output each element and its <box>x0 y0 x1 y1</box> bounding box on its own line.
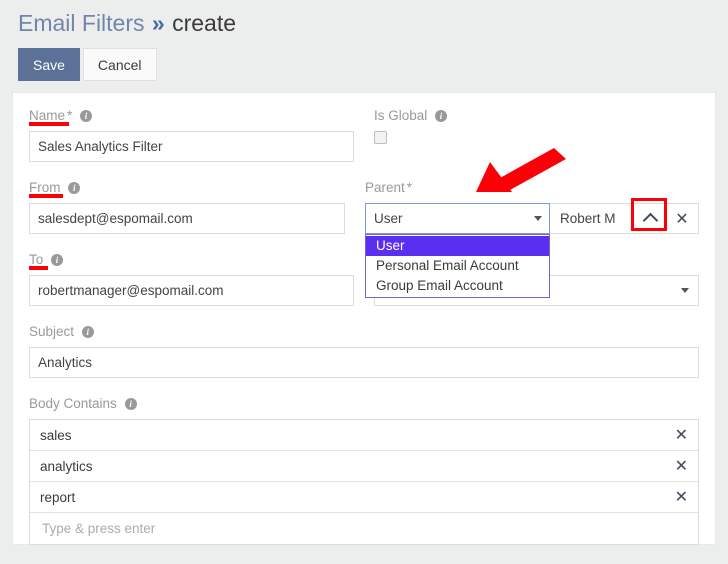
from-input[interactable] <box>29 203 345 234</box>
list-item[interactable]: sales ✕ <box>30 420 698 451</box>
parent-type-option-user[interactable]: User <box>366 236 549 256</box>
field-cell-to: To i <box>29 251 364 306</box>
spellcheck-underline-from <box>29 194 63 198</box>
field-label-parent-text: Parent <box>365 180 405 195</box>
info-icon-body-contains[interactable]: i <box>124 398 137 410</box>
action-button-row: Save Cancel <box>0 38 728 81</box>
spacer-row-4 <box>29 378 699 395</box>
parent-collapse-button[interactable] <box>634 204 666 233</box>
name-input[interactable] <box>29 131 354 162</box>
close-x-icon: ✕ <box>675 208 689 228</box>
parent-record-field-wrap: ✕ <box>550 203 699 234</box>
required-asterisk-parent: * <box>406 180 413 195</box>
label-block-name: Name * i <box>29 107 354 126</box>
parent-field-row: User User Personal Email Account Group E… <box>365 203 699 298</box>
chevron-down-icon-obscured <box>681 288 689 293</box>
to-input[interactable] <box>29 275 354 306</box>
form-row-to: To i <box>29 251 699 306</box>
list-item[interactable]: report ✕ <box>30 482 698 513</box>
label-block-parent: Parent * <box>365 179 699 198</box>
info-icon-from[interactable]: i <box>68 182 81 194</box>
subject-input[interactable] <box>29 347 699 378</box>
label-block-is-global: Is Global i <box>374 107 699 126</box>
page-header: Email Filters » create <box>0 0 728 38</box>
parent-type-select[interactable]: User <box>365 203 550 234</box>
parent-record-input[interactable] <box>550 204 634 233</box>
field-cell-is-global: Is Global i <box>364 107 699 162</box>
spacer-row-3 <box>29 306 699 323</box>
label-block-from: From i <box>29 179 345 198</box>
field-label-parent: Parent * <box>365 179 412 196</box>
form-row-subject: Subject i <box>29 323 699 378</box>
info-icon-to[interactable]: i <box>51 254 64 266</box>
parent-type-selected-value: User <box>374 211 403 226</box>
label-block-subject: Subject i <box>29 323 699 342</box>
parent-type-option-group-email-account[interactable]: Group Email Account <box>366 276 549 296</box>
field-label-body-contains-text: Body Contains <box>29 396 117 411</box>
breadcrumb-separator: » <box>151 10 165 36</box>
spellcheck-underline-name <box>29 122 69 126</box>
field-cell-subject: Subject i <box>29 323 699 378</box>
parent-type-select-wrap: User User Personal Email Account Group E… <box>365 203 550 298</box>
spellcheck-underline-to <box>29 266 48 270</box>
info-icon-is-global[interactable]: i <box>435 110 448 122</box>
spacer-row-2 <box>29 234 699 251</box>
parent-type-option-personal-email-account[interactable]: Personal Email Account <box>366 256 549 276</box>
close-x-icon: ✕ <box>674 487 688 506</box>
field-cell-body-contains: Body Contains i sales ✕ analytics ✕ repo… <box>29 395 699 545</box>
breadcrumb-link-email-filters[interactable]: Email Filters <box>18 10 145 36</box>
info-icon-subject[interactable]: i <box>81 326 94 338</box>
field-label-to-text: To <box>29 252 44 267</box>
list-item-label: sales <box>40 427 72 443</box>
cancel-button[interactable]: Cancel <box>82 48 157 81</box>
parent-type-dropdown-list: User Personal Email Account Group Email … <box>365 234 550 298</box>
save-button[interactable]: Save <box>18 48 80 81</box>
parent-clear-button[interactable]: ✕ <box>666 204 698 233</box>
body-contains-input[interactable] <box>40 520 688 537</box>
field-label-is-global: Is Global i <box>374 107 448 124</box>
field-label-body-contains: Body Contains i <box>29 395 137 412</box>
spacer-row-1 <box>29 162 699 179</box>
breadcrumb-current-create: create <box>172 10 237 36</box>
close-x-icon: ✕ <box>674 425 688 444</box>
close-x-icon: ✕ <box>674 456 688 475</box>
field-label-subject: Subject i <box>29 323 94 340</box>
label-block-to: To i <box>29 251 354 270</box>
label-block-body-contains: Body Contains i <box>29 395 699 414</box>
field-label-from-text: From <box>29 180 61 195</box>
form-body: Name* i Is Global i <box>13 93 715 545</box>
field-cell-name: Name * i <box>29 107 364 162</box>
list-item-label: report <box>40 489 76 505</box>
form-row-from-parent: From i Parent* User <box>29 179 699 298</box>
body-contains-list: sales ✕ analytics ✕ report ✕ <box>29 419 699 545</box>
form-row-body-contains: Body Contains i sales ✕ analytics ✕ repo… <box>29 395 699 545</box>
info-icon-name[interactable]: i <box>80 110 93 122</box>
list-item[interactable]: analytics ✕ <box>30 451 698 482</box>
body-contains-add-row <box>30 513 698 544</box>
chevron-up-icon <box>642 212 658 229</box>
edit-form-panel: Name* i Is Global i <box>12 92 716 545</box>
is-global-checkbox[interactable] <box>374 131 387 144</box>
field-label-name-text: Name <box>29 108 66 123</box>
field-label-is-global-text: Is Global <box>374 108 428 123</box>
list-item-label: analytics <box>40 458 93 474</box>
form-row-name-isglobal: Name* i Is Global i <box>29 107 699 162</box>
required-asterisk-name: * <box>67 108 73 123</box>
field-cell-parent: Parent * User User Personal Email Account <box>355 179 699 298</box>
field-label-subject-text: Subject <box>29 324 75 339</box>
breadcrumb: Email Filters » create <box>18 8 728 38</box>
field-cell-from: From i <box>29 179 355 234</box>
chevron-down-icon-parent-type <box>534 216 542 221</box>
